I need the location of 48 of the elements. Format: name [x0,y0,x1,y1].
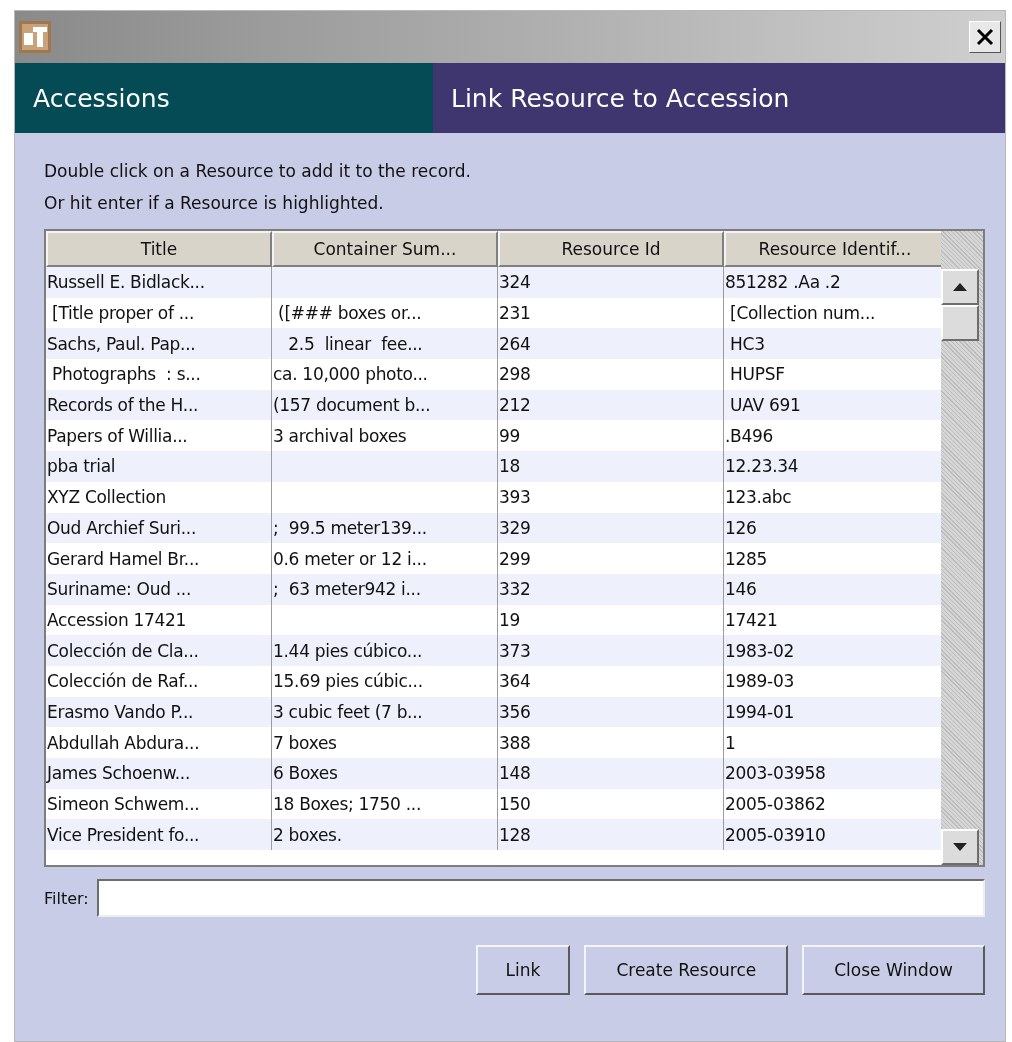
filter-label: Filter: [44,888,89,908]
table-cell: 18 [498,451,724,482]
table-cell: Colección de Raf... [46,665,272,697]
dialog-button[interactable]: Close Window [802,945,985,995]
scroll-up-button[interactable] [941,269,979,305]
table-cell: 0.6 meter or 12 i... [272,543,498,574]
table-cell: Suriname: Oud ... [46,573,272,605]
instruction-text: Or hit enter if a Resource is highlighted. [44,192,385,215]
table-cell: 2 boxes. [272,819,498,851]
column-header[interactable]: Title [46,231,272,267]
table-cell: 299 [498,543,724,574]
table-cell: 324 [498,267,724,298]
table-cell: Photographs : s... [46,359,272,390]
table-cell: pba trial [46,451,272,482]
scroll-down-button[interactable] [941,829,979,865]
table-cell: 364 [498,665,724,697]
table-cell: Vice President fo... [46,819,272,851]
table-cell: Gerard Hamel Br... [46,543,272,574]
table-cell: James Schoenw... [46,758,272,789]
app-logo-icon [19,21,51,53]
filter-field[interactable] [96,879,985,917]
column-header[interactable]: Resource Identif... [724,231,941,267]
table-cell: Colección de Cla... [46,635,272,666]
table-cell: 298 [498,359,724,390]
module-title: Accessions [15,63,433,133]
table-cell: ca. 10,000 photo... [272,359,498,390]
dialog-title: Link Resource to Accession [433,63,1005,133]
close-icon [975,27,995,47]
column-header[interactable]: Resource Id [498,231,724,267]
table-cell: XYZ Collection [46,481,272,513]
table-cell: 332 [498,573,724,605]
up-arrow-icon [953,283,967,291]
instruction-text: Double click on a Resource to add it to the record. [44,160,472,183]
table-cell: 148 [498,758,724,789]
table-cell: 373 [498,635,724,666]
close-button[interactable] [969,21,1001,53]
table-cell: 15.69 pies cúbic... [272,665,498,697]
table-cell: 6 Boxes [272,758,498,789]
table-cell: 128 [498,819,724,851]
table-cell: 1.44 pies cúbico... [272,635,498,666]
table-cell: Russell E. Bidlack... [46,267,272,298]
table-cell: 393 [498,481,724,513]
scroll-thumb[interactable] [941,305,979,341]
table-cell: ; 63 meter942 i... [272,573,498,605]
column-header[interactable]: Container Sum... [272,231,498,267]
dialog-button[interactable]: Create Resource [584,945,789,995]
down-arrow-icon [953,843,967,851]
dialog-button[interactable]: Link [475,945,571,995]
